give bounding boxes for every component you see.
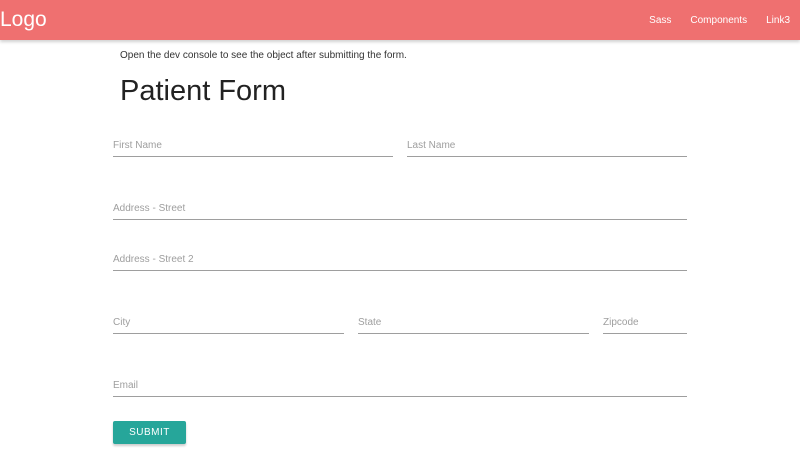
street-wrapper <box>113 198 687 220</box>
page-title: Patient Form <box>120 75 286 107</box>
nav-links: Sass Components Link3 <box>630 0 800 40</box>
city-wrapper <box>113 312 344 334</box>
nav-link-components[interactable]: Components <box>690 15 747 26</box>
dev-console-note: Open the dev console to see the object a… <box>120 50 407 61</box>
email-input[interactable] <box>113 375 687 397</box>
street2-input[interactable] <box>113 249 687 271</box>
first-name-input[interactable] <box>113 135 393 157</box>
email-wrapper <box>113 375 687 397</box>
street-input[interactable] <box>113 198 687 220</box>
last-name-input[interactable] <box>407 135 687 157</box>
state-input[interactable] <box>358 312 589 334</box>
state-wrapper <box>358 312 589 334</box>
logo[interactable]: Logo <box>0 6 47 34</box>
first-name-wrapper <box>113 135 393 157</box>
submit-button[interactable]: SUBMIT <box>113 421 186 444</box>
nav-link-link3[interactable]: Link3 <box>766 15 790 26</box>
zipcode-wrapper <box>603 312 687 334</box>
city-input[interactable] <box>113 312 344 334</box>
last-name-wrapper <box>407 135 687 157</box>
top-navbar: Logo Sass Components Link3 <box>0 0 800 40</box>
street2-wrapper <box>113 249 687 271</box>
nav-link-sass[interactable]: Sass <box>649 15 671 26</box>
zipcode-input[interactable] <box>603 312 687 334</box>
